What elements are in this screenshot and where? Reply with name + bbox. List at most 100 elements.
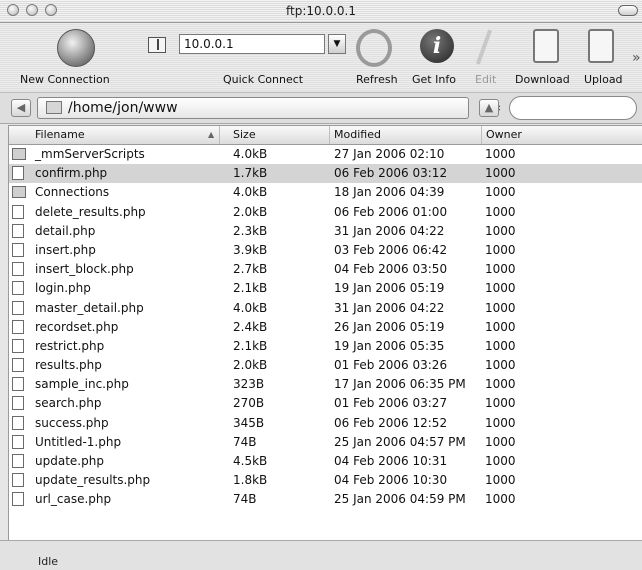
- get-info-icon[interactable]: i: [420, 29, 454, 63]
- table-row[interactable]: master_detail.php 4.0kB 31 Jan 2006 04:22 1…: [9, 299, 642, 318]
- table-row[interactable]: Connections 4.0kB 18 Jan 2006 04:39 1000: [9, 183, 642, 202]
- size-cell: 4.0kB: [233, 147, 268, 161]
- document-icon: [12, 319, 24, 334]
- edit-button[interactable]: Edit: [475, 73, 496, 86]
- table-row[interactable]: confirm.php 1.7kB 06 Feb 2006 03:12 1000: [9, 164, 642, 184]
- table-row[interactable]: detail.php 2.3kB 31 Jan 2006 04:22 1000: [9, 222, 642, 241]
- table-row[interactable]: login.php 2.1kB 19 Jan 2006 05:19 1000: [9, 279, 642, 298]
- upload-button[interactable]: Upload: [584, 73, 623, 86]
- owner-cell: 1000: [485, 300, 516, 315]
- filename-cell: confirm.php: [35, 166, 108, 181]
- table-row[interactable]: restrict.php 2.1kB 19 Jan 2006 05:35 1000: [9, 337, 642, 356]
- table-row[interactable]: sample_inc.php 323B 17 Jan 2006 06:35 PM 10…: [9, 375, 642, 394]
- table-row[interactable]: insert.php 3.9kB 03 Feb 2006 06:42 1000: [9, 241, 642, 260]
- document-icon: [12, 166, 24, 181]
- owner-cell: 1000: [485, 454, 516, 468]
- refresh-icon[interactable]: [356, 29, 392, 67]
- modified-cell: 06 Feb 2006 12:52: [334, 415, 448, 430]
- table-row[interactable]: insert_block.php 2.7kB 04 Feb 2006 03:50 10…: [9, 260, 642, 279]
- size-cell: 1.8kB: [233, 473, 268, 488]
- size-cell: 74B: [233, 434, 257, 449]
- file-list: _mmServerScripts 4.0kB 27 Jan 2006 02:10 10…: [9, 145, 642, 510]
- owner-cell: 1000: [485, 204, 516, 219]
- document-icon: [12, 223, 24, 238]
- toolbar-toggle-button[interactable]: [618, 5, 638, 16]
- size-cell: 323B: [233, 377, 265, 392]
- size-cell: 3.9kB: [233, 242, 268, 257]
- modified-cell: 27 Jan 2006 02:10: [334, 147, 445, 161]
- table-row[interactable]: update.php 4.5kB 04 Feb 2006 10:31 1000: [9, 452, 642, 471]
- column-modified[interactable]: Modified: [330, 126, 482, 144]
- filename-cell: results.php: [35, 358, 102, 373]
- modified-cell: 31 Jan 2006 04:22: [334, 300, 445, 315]
- table-row[interactable]: update_results.php 1.8kB 04 Feb 2006 10:30…: [9, 471, 642, 490]
- modified-cell: 06 Feb 2006 01:00: [334, 204, 448, 219]
- filename-cell: success.php: [35, 415, 109, 430]
- back-button[interactable]: ◀: [11, 99, 31, 117]
- folder-icon: [46, 101, 62, 114]
- modified-cell: 03 Feb 2006 06:42: [334, 242, 448, 257]
- modified-cell: 04 Feb 2006 03:50: [334, 262, 448, 277]
- new-connection-icon[interactable]: [57, 29, 95, 67]
- window-title: ftp:10.0.0.1: [286, 4, 356, 18]
- column-size[interactable]: Size: [229, 126, 330, 144]
- filename-cell: update.php: [35, 454, 104, 468]
- filename-cell: detail.php: [35, 223, 96, 238]
- refresh-button[interactable]: Refresh: [356, 73, 398, 86]
- download-icon[interactable]: [533, 29, 559, 63]
- toolbar-overflow-icon[interactable]: »: [632, 50, 641, 66]
- folder-icon: [12, 148, 26, 160]
- new-connection-label[interactable]: New Connection: [20, 73, 110, 86]
- get-info-button[interactable]: Get Info: [412, 73, 456, 86]
- modified-cell: 18 Jan 2006 04:39: [334, 185, 445, 200]
- folder-icon: [12, 186, 26, 199]
- path-selector[interactable]: /home/jon/www ▲▼: [37, 97, 500, 119]
- file-browser: Filename ▲ Size Modified Owner _mmServer…: [8, 125, 642, 540]
- document-icon: [12, 492, 24, 507]
- filename-cell: insert_block.php: [35, 262, 134, 277]
- size-cell: 2.0kB: [233, 358, 268, 373]
- download-button[interactable]: Download: [515, 73, 570, 86]
- modified-cell: 17 Jan 2006 06:35 PM: [334, 377, 466, 392]
- quick-connect-toggle-icon[interactable]: [148, 37, 166, 53]
- filter-search-input[interactable]: [509, 96, 637, 120]
- modified-cell: 19 Jan 2006 05:19: [334, 281, 445, 296]
- size-cell: 2.3kB: [233, 223, 268, 238]
- table-row[interactable]: success.php 345B 06 Feb 2006 12:52 1000: [9, 414, 642, 433]
- host-dropdown-button[interactable]: ▼: [328, 34, 346, 54]
- column-filename[interactable]: Filename: [9, 126, 220, 144]
- size-cell: 4.5kB: [233, 454, 268, 468]
- table-row[interactable]: Untitled-1.php 74B 25 Jan 2006 04:57 PM 100…: [9, 433, 642, 452]
- size-cell: 2.1kB: [233, 281, 268, 296]
- size-cell: 270B: [233, 396, 265, 411]
- owner-cell: 1000: [485, 492, 516, 507]
- table-row[interactable]: _mmServerScripts 4.0kB 27 Jan 2006 02:10 10…: [9, 145, 642, 164]
- path-bar: ◀ /home/jon/www ▲▼ ▲: [0, 92, 642, 124]
- column-owner[interactable]: Owner: [482, 126, 642, 144]
- upload-icon[interactable]: [588, 29, 614, 63]
- table-row[interactable]: recordset.php 2.4kB 26 Jan 2006 05:19 1000: [9, 318, 642, 337]
- filename-cell: login.php: [35, 281, 91, 296]
- document-icon: [12, 415, 24, 430]
- filename-cell: url_case.php: [35, 492, 112, 507]
- document-icon: [12, 262, 24, 277]
- owner-cell: 1000: [485, 223, 516, 238]
- document-icon: [12, 300, 24, 315]
- parent-folder-button[interactable]: ▲: [479, 99, 499, 117]
- document-icon: [12, 396, 24, 411]
- filename-cell: master_detail.php: [35, 300, 144, 315]
- owner-cell: 1000: [485, 166, 516, 181]
- table-row[interactable]: url_case.php 74B 25 Jan 2006 04:59 PM 1000: [9, 490, 642, 509]
- filename-cell: _mmServerScripts: [35, 147, 145, 161]
- table-row[interactable]: results.php 2.0kB 01 Feb 2006 03:26 1000: [9, 356, 642, 375]
- filename-cell: search.php: [35, 396, 102, 411]
- host-input[interactable]: 10.0.0.1: [179, 34, 325, 54]
- quick-connect-label[interactable]: Quick Connect: [223, 73, 303, 86]
- filename-cell: recordset.php: [35, 319, 119, 334]
- current-path: /home/jon/www: [68, 100, 178, 116]
- document-icon: [12, 358, 24, 373]
- document-icon: [12, 377, 24, 392]
- table-row[interactable]: delete_results.php 2.0kB 06 Feb 2006 01:00…: [9, 203, 642, 222]
- modified-cell: 25 Jan 2006 04:57 PM: [334, 434, 466, 449]
- table-row[interactable]: search.php 270B 01 Feb 2006 03:27 1000: [9, 394, 642, 413]
